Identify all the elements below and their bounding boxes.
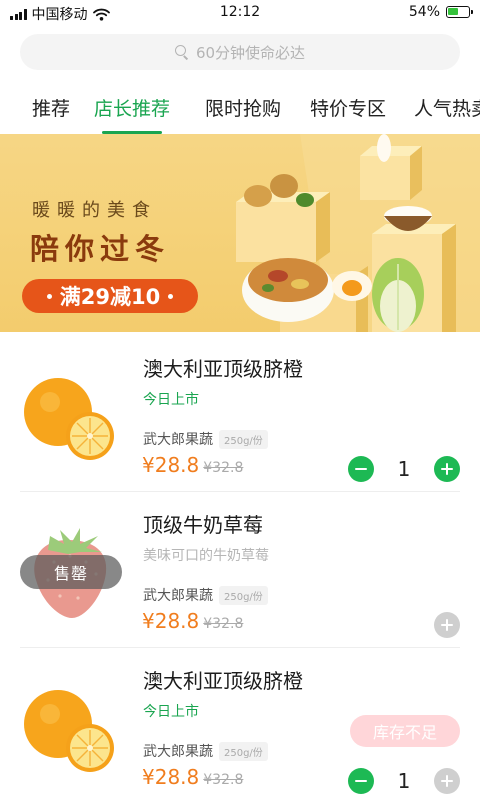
plus-button-disabled[interactable]: [434, 612, 460, 638]
tab-label: 限时抢购: [205, 98, 282, 120]
promo-banner[interactable]: 暖暖的美食 陪你过冬 满29减10: [0, 134, 480, 332]
shop-name: 武大郎果蔬: [143, 588, 213, 604]
tab-label: 推荐: [32, 98, 71, 120]
tab-label: 人气热卖: [414, 98, 480, 120]
product-price: ¥28.8 ¥32.8: [142, 453, 243, 477]
original-price: ¥32.8: [203, 616, 244, 632]
tab-manager-picks[interactable]: 店长推荐: [94, 94, 170, 134]
product-item[interactable]: 澳大利亚顶级脐橙 今日上市 武大郎果蔬 250g/份 ¥28.8 ¥32.8 库…: [0, 648, 480, 800]
product-subtitle: 美味可口的牛奶草莓: [143, 548, 269, 564]
low-stock-badge: 库存不足: [350, 715, 460, 747]
tab-label: 店长推荐: [94, 98, 171, 120]
product-item[interactable]: 澳大利亚顶级脐橙 今日上市 武大郎果蔬 250g/份 ¥28.8 ¥32.8 1: [0, 336, 480, 492]
battery-percent: 54%: [408, 4, 440, 20]
search-bar[interactable]: 60分钟使命必达: [20, 34, 460, 70]
unit-badge: 250g/份: [219, 585, 268, 605]
tab-recommend[interactable]: 推荐: [32, 94, 70, 134]
product-price: ¥28.8 ¥32.8: [142, 609, 243, 633]
minus-button[interactable]: [348, 768, 374, 794]
quantity-stepper: [434, 612, 460, 638]
tab-specials[interactable]: 特价专区: [310, 94, 386, 134]
tab-flash-sale[interactable]: 限时抢购: [205, 94, 281, 134]
product-shop: 武大郎果蔬 250g/份: [143, 429, 268, 449]
banner-tagline: 暖暖的美食: [32, 200, 157, 221]
tab-label: 特价专区: [310, 98, 387, 120]
product-name: 澳大利亚顶级脐橙: [143, 357, 303, 381]
battery-fill: [448, 8, 458, 15]
promo-dot-right: [168, 293, 174, 299]
search-icon: [174, 45, 189, 59]
product-subtitle: 今日上市: [143, 704, 199, 720]
minus-button[interactable]: [348, 456, 374, 482]
status-bar: 中国移动 12:12 54%: [0, 0, 480, 26]
current-price: ¥28.8: [142, 453, 200, 477]
product-subtitle: 今日上市: [143, 392, 199, 408]
original-price: ¥32.8: [203, 460, 244, 476]
banner-headline: 陪你过冬: [30, 232, 171, 266]
product-price: ¥28.8 ¥32.8: [142, 765, 243, 789]
current-price: ¥28.8: [142, 609, 200, 633]
battery-icon: [446, 6, 473, 18]
product-name: 顶级牛奶草莓: [143, 513, 263, 537]
current-price: ¥28.8: [142, 765, 200, 789]
quantity-stepper: 1: [348, 768, 460, 794]
plus-button[interactable]: [434, 456, 460, 482]
category-tabs: 推荐 店长推荐 限时抢购 特价专区 人气热卖: [0, 80, 480, 134]
quantity-stepper: 1: [348, 456, 460, 482]
shop-name: 武大郎果蔬: [143, 744, 213, 760]
plus-button-disabled[interactable]: [434, 768, 460, 794]
product-name: 澳大利亚顶级脐橙: [143, 669, 303, 693]
orange-icon: [20, 366, 120, 466]
shop-name: 武大郎果蔬: [143, 432, 213, 448]
tab-hot-sellers[interactable]: 人气热卖: [414, 94, 480, 134]
product-shop: 武大郎果蔬 250g/份: [143, 741, 268, 761]
banner-promo-text: 满29减10: [59, 285, 161, 309]
quantity-value: 1: [397, 457, 411, 481]
promo-dot-left: [46, 293, 52, 299]
status-right: 54%: [408, 4, 473, 20]
unit-badge: 250g/份: [219, 429, 268, 449]
quantity-value: 1: [397, 769, 411, 793]
product-shop: 武大郎果蔬 250g/份: [143, 585, 268, 605]
original-price: ¥32.8: [203, 772, 244, 788]
orange-icon: [20, 678, 120, 778]
product-item[interactable]: 售罄 顶级牛奶草莓 美味可口的牛奶草莓 武大郎果蔬 250g/份 ¥28.8 ¥…: [0, 492, 480, 648]
banner-promo-badge: 满29减10: [22, 279, 198, 313]
unit-badge: 250g/份: [219, 741, 268, 761]
search-placeholder: 60分钟使命必达: [195, 43, 306, 62]
sold-out-badge: 售罄: [20, 555, 122, 589]
